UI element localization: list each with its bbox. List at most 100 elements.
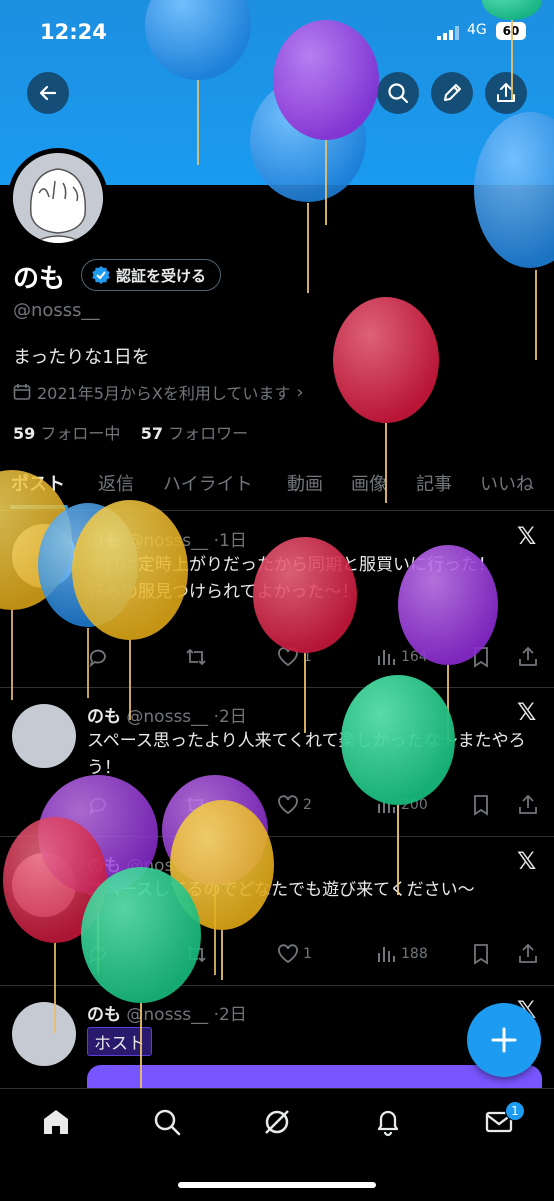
status-time: 12:24 — [40, 20, 107, 44]
post-share-button[interactable] — [517, 943, 539, 965]
reply-button[interactable] — [87, 943, 109, 965]
post-text: 今日は定時上がりだったから同期と服買いに行った！ 好みの服見つけられてよかった〜… — [87, 555, 495, 602]
post-author: のも — [87, 856, 121, 876]
views-button[interactable]: 164 — [375, 646, 428, 668]
joined-text: 2021年5月からXを利用しています — [37, 384, 291, 403]
search-icon[interactable] — [152, 1107, 182, 1137]
signal-icon — [437, 26, 459, 40]
views-button[interactable]: 188 — [375, 943, 428, 965]
search-icon — [388, 83, 409, 104]
post-actions: 1 164 — [87, 646, 542, 670]
active-tab-indicator — [10, 505, 68, 509]
post-handle: @nosss__ — [126, 1005, 209, 1025]
post-header: のも @nosss__ ·2日 — [87, 1000, 247, 1025]
avatar-illustration — [13, 153, 103, 243]
share-icon — [497, 83, 515, 102]
like-button[interactable]: 1 — [277, 646, 312, 668]
reply-button[interactable] — [87, 794, 109, 816]
heart-icon — [278, 647, 298, 667]
pencil-icon — [444, 84, 461, 101]
calendar-icon — [13, 384, 31, 400]
post-time: ·1日 — [213, 531, 247, 551]
get-verified-button[interactable]: 認証を受ける — [81, 259, 222, 291]
tab-articles[interactable]: 記事 — [416, 470, 452, 496]
x-logo-icon: 𝕏 — [517, 522, 537, 550]
profile-tabs: ポスト 返信 ハイライト 動画 画像 記事 いいね — [0, 460, 554, 511]
repost-button[interactable] — [185, 646, 207, 668]
bar-chart-icon — [378, 650, 395, 665]
post-time: ·2日 — [213, 856, 247, 876]
post-time: ·2日 — [213, 1005, 247, 1025]
bookmark-button[interactable] — [470, 646, 492, 668]
tab-videos[interactable]: 動画 — [287, 470, 323, 496]
profile-handle: @nosss__ — [13, 300, 100, 321]
post-item[interactable]: のも @nosss__ ·1日 𝕏 今日は定時上がりだったから同期と服買いに行っ… — [0, 512, 554, 688]
share-icon — [519, 943, 537, 963]
post-handle: @nosss__ — [126, 856, 209, 876]
post-text: スペースしてるのでどなたでも遊び来てください〜 — [87, 880, 475, 900]
host-badge: ホスト — [87, 1027, 152, 1056]
views-button[interactable]: 200 — [375, 794, 428, 816]
post-header: のも @nosss__ ·1日 — [87, 526, 247, 551]
post-header: のも @nosss__ ·2日 — [87, 851, 247, 876]
reply-icon — [89, 946, 106, 965]
like-button[interactable]: 2 — [277, 794, 312, 816]
get-verified-label: 認証を受ける — [116, 266, 207, 285]
post-avatar[interactable] — [12, 853, 76, 917]
repost-icon — [186, 945, 206, 963]
messages-badge: 1 — [505, 1101, 525, 1121]
verified-badge-icon — [92, 266, 110, 284]
chevron-right-icon[interactable]: › — [296, 382, 303, 403]
repost-button[interactable] — [185, 794, 207, 816]
share-button[interactable] — [485, 72, 527, 114]
tab-highlights[interactable]: ハイライト — [163, 470, 253, 496]
x-logo-icon: 𝕏 — [517, 847, 537, 875]
status-bar: 12:24 4G 60 — [0, 0, 554, 60]
like-button[interactable]: 1 — [277, 943, 312, 965]
post-handle: @nosss__ — [126, 707, 209, 727]
post-time: ·2日 — [213, 707, 247, 727]
tab-replies[interactable]: 返信 — [98, 470, 134, 496]
share-icon — [519, 794, 537, 814]
followers-link[interactable]: 57 フォロワー — [141, 424, 248, 443]
follow-stats: 59 フォロー中 57 フォロワー — [13, 420, 248, 444]
reply-button[interactable] — [87, 646, 109, 668]
repost-icon — [186, 796, 206, 814]
bookmark-button[interactable] — [470, 943, 492, 965]
home-icon[interactable] — [41, 1107, 71, 1137]
share-icon — [519, 646, 537, 666]
repost-button[interactable] — [185, 943, 207, 965]
tab-posts[interactable]: ポスト — [11, 470, 65, 496]
plus-icon — [491, 1027, 517, 1053]
bookmark-icon — [474, 944, 488, 965]
profile-bio: まったりな1日を — [13, 347, 150, 368]
battery-indicator: 60 — [496, 22, 526, 40]
tab-likes[interactable]: いいね — [480, 470, 534, 496]
bookmark-button[interactable] — [470, 794, 492, 816]
search-button[interactable] — [377, 72, 419, 114]
post-actions: 2 200 — [87, 794, 542, 818]
post-avatar[interactable] — [12, 1002, 76, 1066]
post-avatar[interactable] — [12, 524, 76, 588]
heart-icon — [278, 795, 298, 815]
x-logo-icon: 𝕏 — [517, 698, 537, 726]
profile-avatar[interactable] — [8, 148, 108, 248]
edit-button[interactable] — [431, 72, 473, 114]
tab-photos[interactable]: 画像 — [351, 470, 387, 496]
post-header: のも @nosss__ ·2日 — [87, 702, 247, 727]
post-handle: @nosss__ — [126, 531, 209, 551]
post-avatar[interactable] — [12, 704, 76, 768]
bookmark-icon — [474, 795, 488, 816]
following-link[interactable]: 59 フォロー中 — [13, 424, 120, 443]
back-button[interactable] — [27, 72, 69, 114]
reply-icon — [89, 649, 106, 668]
grok-icon[interactable] — [262, 1107, 292, 1137]
bar-chart-icon — [378, 947, 395, 962]
post-item[interactable]: のも @nosss__ ·2日 𝕏 スペースしてるのでどなたでも遊び来てください… — [0, 837, 554, 986]
post-item[interactable]: のも @nosss__ ·2日 𝕏 スペース思ったより人来てくれて楽しかったな〜… — [0, 688, 554, 837]
compose-post-button[interactable] — [467, 1003, 541, 1077]
post-share-button[interactable] — [517, 646, 539, 668]
post-share-button[interactable] — [517, 794, 539, 816]
profile-name: のも — [13, 264, 66, 294]
bell-icon[interactable] — [373, 1107, 403, 1137]
